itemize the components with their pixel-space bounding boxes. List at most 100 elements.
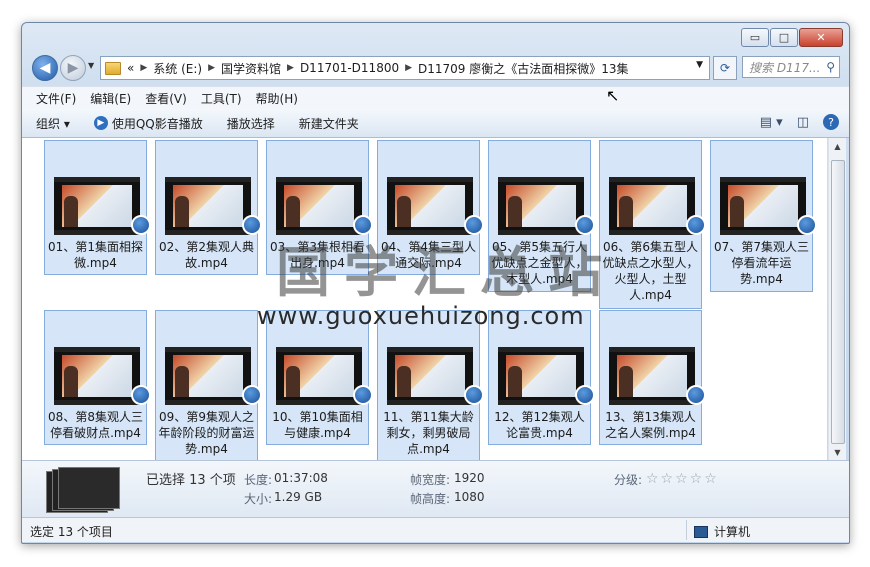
video-file-icon [686, 385, 706, 405]
video-thumbnail [387, 347, 473, 405]
file-item[interactable]: 13、第13集观人之名人案例.mp4 [599, 310, 706, 445]
search-icon[interactable]: ⚲ [826, 60, 835, 74]
command-bar: 组织 ▾ ▶ 使用QQ影音播放 播放选择 新建文件夹 ▤ ▾ ◫ ? [22, 109, 849, 138]
file-name: 02、第2集观人典故.mp4 [159, 240, 254, 270]
watermark-url: www.guoxuehuizong.com [257, 302, 585, 330]
video-thumbnail [54, 177, 140, 235]
play-selection-button[interactable]: 播放选择 [227, 115, 275, 132]
file-item[interactable]: 01、第1集面相探微.mp4 [44, 140, 151, 275]
minimize-button[interactable]: ▭ [741, 28, 769, 47]
caption-buttons: ▭ □ ✕ [740, 28, 843, 47]
video-file-icon [686, 215, 706, 235]
video-file-icon [131, 385, 151, 405]
menu-edit[interactable]: 编辑(E) [90, 90, 131, 107]
chevron-right-icon[interactable]: ▶ [208, 63, 215, 73]
file-item[interactable]: 06、第6集五型人优缺点之水型人，火型人，土型人.mp4 [599, 140, 706, 309]
breadcrumb-folder-3[interactable]: D11709 廖衡之《古法面相探微》13集 [418, 60, 629, 77]
video-thumbnail [387, 177, 473, 235]
new-folder-label: 新建文件夹 [298, 116, 359, 131]
view-controls: ▤ ▾ ◫ ? [760, 114, 839, 130]
menu-tools[interactable]: 工具(T) [201, 90, 242, 107]
computer-icon [694, 525, 708, 538]
recent-pages-dropdown[interactable]: ▼ [88, 61, 94, 70]
file-item[interactable]: 04、第4集三型人通交际.mp4 [377, 140, 484, 275]
file-name: 07、第7集观人三停看流年运势.mp4 [714, 240, 809, 286]
file-name: 04、第4集三型人通交际.mp4 [381, 240, 476, 270]
video-file-icon [464, 385, 484, 405]
video-thumbnail [165, 347, 251, 405]
video-thumbnail [609, 347, 695, 405]
scrollbar-thumb[interactable] [831, 160, 845, 444]
video-thumbnail [720, 177, 806, 235]
file-item[interactable]: 07、第7集观人三停看流年运势.mp4 [710, 140, 817, 292]
length-label: 长度: [244, 473, 273, 487]
breadcrumb-overflow[interactable]: « [127, 61, 134, 75]
play-with-qq-button[interactable]: ▶ 使用QQ影音播放 [93, 115, 203, 132]
video-file-icon [464, 215, 484, 235]
video-file-icon [575, 215, 595, 235]
vertical-scrollbar[interactable]: ▲ ▼ [828, 138, 846, 460]
preview-pane-icon[interactable]: ◫ [797, 115, 809, 130]
selected-count: 已选择 13 个项 [146, 473, 236, 488]
selection-thumbnail-stack [46, 467, 124, 513]
file-item[interactable]: 10、第10集面相与健康.mp4 [266, 310, 373, 445]
file-item[interactable]: 09、第9集观人之年龄阶段的财富运势.mp4 [155, 310, 262, 462]
file-name: 11、第11集大龄剩女，剩男破局点.mp4 [383, 410, 474, 456]
chevron-right-icon[interactable]: ▶ [287, 63, 294, 73]
status-text: 选定 13 个项目 [30, 525, 113, 539]
file-name: 03、第3集根相看出身.mp4 [270, 240, 365, 270]
maximize-button[interactable]: □ [770, 28, 798, 47]
file-item[interactable]: 03、第3集根相看出身.mp4 [266, 140, 373, 275]
length-value: 01:37:08 [274, 471, 328, 485]
menu-file[interactable]: 文件(F) [36, 90, 76, 107]
file-name: 01、第1集面相探微.mp4 [48, 240, 143, 270]
file-item[interactable]: 02、第2集观人典故.mp4 [155, 140, 262, 275]
rating-stars[interactable]: ☆☆☆☆☆ [646, 471, 719, 487]
file-item[interactable]: 11、第11集大龄剩女，剩男破局点.mp4 [377, 310, 484, 462]
organize-label: 组织 ▾ [36, 116, 70, 131]
breadcrumb-drive[interactable]: 系统 (E:) [153, 60, 202, 77]
rating-label: 分级: [614, 473, 643, 487]
forward-button[interactable]: ▶ [60, 55, 86, 81]
menu-view[interactable]: 查看(V) [145, 90, 187, 107]
organize-button[interactable]: 组织 ▾ [36, 115, 70, 132]
breadcrumb-folder-2[interactable]: D11701-D11800 [300, 61, 399, 75]
back-button[interactable]: ◀ [32, 55, 58, 81]
video-file-icon [242, 385, 262, 405]
explorer-window: ▭ □ ✕ ◀ ▶ ▼ « ▶ 系统 (E:) ▶ 国学资料馆 ▶ D11701… [21, 22, 850, 544]
qq-player-icon: ▶ [93, 116, 108, 130]
search-input[interactable]: 搜索 D117... ⚲ [742, 56, 840, 78]
chevron-right-icon[interactable]: ▶ [405, 63, 412, 73]
address-bar[interactable]: « ▶ 系统 (E:) ▶ 国学资料馆 ▶ D11701-D11800 ▶ D1… [100, 56, 710, 80]
play-qq-label: 使用QQ影音播放 [111, 116, 203, 131]
frame-height-value: 1080 [454, 490, 485, 504]
scroll-down-icon[interactable]: ▼ [829, 444, 846, 460]
file-name: 08、第8集观人三停看破财点.mp4 [48, 410, 143, 440]
menu-bar: 文件(F) 编辑(E) 查看(V) 工具(T) 帮助(H) [22, 86, 849, 110]
video-file-icon [353, 215, 373, 235]
view-options-icon[interactable]: ▤ ▾ [760, 115, 783, 130]
status-divider [686, 520, 687, 540]
status-bar: 选定 13 个项目 计算机 [22, 517, 849, 542]
video-thumbnail [498, 347, 584, 405]
video-thumbnail [609, 177, 695, 235]
help-icon[interactable]: ? [823, 114, 839, 130]
file-name: 13、第13集观人之名人案例.mp4 [605, 410, 696, 440]
file-item[interactable]: 08、第8集观人三停看破财点.mp4 [44, 310, 151, 445]
menu-help[interactable]: 帮助(H) [256, 90, 298, 107]
mouse-cursor-icon: ↖ [606, 86, 620, 105]
size-value: 1.29 GB [274, 490, 323, 504]
video-thumbnail [276, 177, 362, 235]
details-pane: 已选择 13 个项 长度: 01:37:08 大小: 1.29 GB 帧宽度: … [22, 460, 849, 517]
file-item[interactable]: 12、第12集观人论富贵.mp4 [488, 310, 595, 445]
chevron-right-icon[interactable]: ▶ [140, 63, 147, 73]
new-folder-button[interactable]: 新建文件夹 [299, 115, 359, 132]
file-item[interactable]: 05、第5集五行人优缺点之金型人，木型人.mp4 [488, 140, 595, 292]
breadcrumb-folder-1[interactable]: 国学资料馆 [221, 60, 281, 77]
video-thumbnail [498, 177, 584, 235]
address-dropdown-icon[interactable]: ▼ [696, 60, 703, 70]
frame-width-value: 1920 [454, 471, 485, 485]
scroll-up-icon[interactable]: ▲ [829, 138, 846, 154]
refresh-button[interactable]: ⟳ [713, 56, 737, 80]
close-button[interactable]: ✕ [799, 28, 843, 47]
